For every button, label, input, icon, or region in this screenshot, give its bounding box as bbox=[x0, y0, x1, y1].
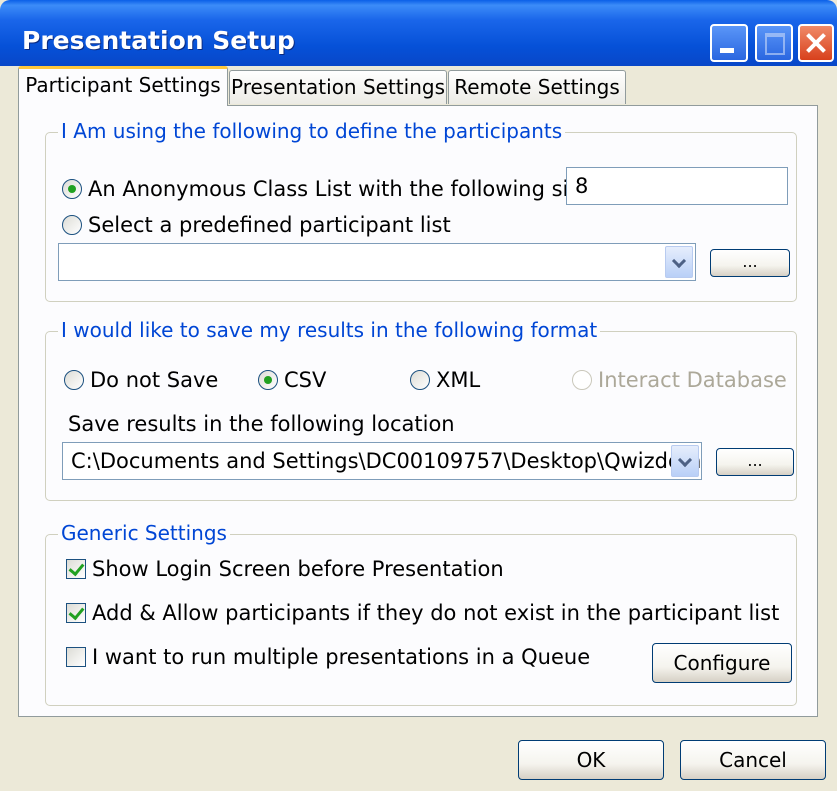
generic-settings-legend: Generic Settings bbox=[58, 521, 230, 545]
participants-group-legend: I Am using the following to define the p… bbox=[58, 119, 566, 143]
window-title: Presentation Setup bbox=[22, 26, 295, 55]
anonymous-option[interactable]: An Anonymous Class List with the followi… bbox=[62, 177, 599, 201]
location-label: Save results in the following location bbox=[68, 412, 455, 436]
xml-radio[interactable] bbox=[410, 370, 430, 390]
title-bar[interactable]: Presentation Setup bbox=[0, 0, 837, 66]
predefined-radio[interactable] bbox=[62, 215, 82, 235]
tab-strip: Participant Settings Presentation Settin… bbox=[18, 66, 818, 106]
show-login-label: Show Login Screen before Presentation bbox=[92, 557, 504, 581]
show-login-option[interactable]: Show Login Screen before Presentation bbox=[66, 557, 504, 581]
interact-database-label: Interact Database bbox=[598, 368, 787, 392]
generic-settings-group: Generic Settings Show Login Screen befor… bbox=[45, 521, 797, 706]
csv-label: CSV bbox=[284, 368, 327, 392]
presentation-setup-dialog: Presentation Setup Participant Settings … bbox=[0, 0, 837, 791]
participant-list-select[interactable] bbox=[58, 243, 696, 281]
browse-participants-button[interactable]: ... bbox=[710, 249, 790, 277]
format-interact-database: Interact Database bbox=[572, 368, 787, 392]
save-format-group: I would like to save my results in the f… bbox=[45, 318, 797, 501]
tab-participant-settings[interactable]: Participant Settings bbox=[18, 66, 228, 106]
minimize-icon[interactable] bbox=[710, 24, 748, 62]
queue-checkbox[interactable] bbox=[66, 647, 86, 667]
save-format-group-legend: I would like to save my results in the f… bbox=[58, 318, 601, 342]
save-location-select[interactable]: C:\Documents and Settings\DC00109757\Des… bbox=[62, 442, 702, 480]
chevron-down-icon[interactable] bbox=[665, 246, 693, 278]
interact-database-radio bbox=[572, 370, 592, 390]
format-csv[interactable]: CSV bbox=[258, 368, 326, 392]
do-not-save-radio[interactable] bbox=[64, 370, 84, 390]
cancel-button[interactable]: Cancel bbox=[680, 740, 826, 780]
format-do-not-save[interactable]: Do not Save bbox=[64, 368, 218, 392]
show-login-checkbox[interactable] bbox=[66, 559, 86, 579]
anonymous-radio[interactable] bbox=[62, 179, 82, 199]
maximize-icon[interactable] bbox=[755, 24, 793, 62]
queue-option[interactable]: I want to run multiple presentations in … bbox=[66, 645, 590, 669]
tab-panel: I Am using the following to define the p… bbox=[18, 105, 818, 717]
ok-button[interactable]: OK bbox=[518, 740, 664, 780]
save-location-value: C:\Documents and Settings\DC00109757\Des… bbox=[71, 449, 702, 473]
close-icon[interactable] bbox=[798, 24, 834, 62]
xml-label: XML bbox=[436, 368, 481, 392]
participants-group: I Am using the following to define the p… bbox=[45, 119, 797, 302]
add-allow-label: Add & Allow participants if they do not … bbox=[92, 601, 780, 625]
chevron-down-icon[interactable] bbox=[671, 445, 699, 477]
configure-button[interactable]: Configure bbox=[652, 643, 792, 683]
tab-presentation-settings[interactable]: Presentation Settings bbox=[229, 70, 447, 104]
predefined-label: Select a predefined participant list bbox=[88, 213, 451, 237]
format-xml[interactable]: XML bbox=[410, 368, 480, 392]
do-not-save-label: Do not Save bbox=[90, 368, 219, 392]
browse-location-button[interactable]: ... bbox=[716, 448, 794, 476]
tab-remote-settings[interactable]: Remote Settings bbox=[448, 70, 626, 104]
add-allow-checkbox[interactable] bbox=[66, 603, 86, 623]
class-size-input[interactable]: 8 bbox=[566, 167, 788, 205]
csv-radio[interactable] bbox=[258, 370, 278, 390]
anonymous-label: An Anonymous Class List with the followi… bbox=[88, 177, 600, 201]
predefined-option[interactable]: Select a predefined participant list bbox=[62, 213, 451, 237]
add-allow-option[interactable]: Add & Allow participants if they do not … bbox=[66, 601, 779, 625]
queue-label: I want to run multiple presentations in … bbox=[92, 645, 591, 669]
